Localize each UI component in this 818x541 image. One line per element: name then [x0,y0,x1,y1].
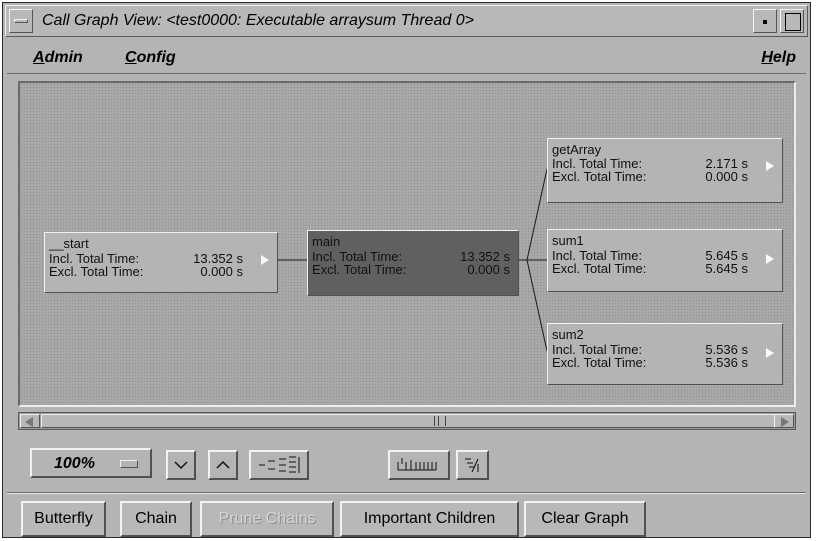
node-main[interactable]: main Incl. Total Time: 13.352 s Excl. To… [307,230,519,296]
window-menu-icon [14,19,28,23]
clear-graph-button[interactable]: Clear Graph [524,501,646,537]
rotate-layout-button[interactable] [249,450,309,480]
maximize-icon [785,13,801,31]
overview-icon [397,458,437,471]
edge-main-sum2 [526,259,548,352]
excl-value: 5.645 s [705,261,748,276]
layout-rotate-icon [259,456,300,473]
title-bar[interactable]: Call Graph View: <test0000: Executable a… [5,5,808,37]
minimize-icon [763,20,767,24]
expand-up-button[interactable] [208,450,238,480]
call-graph-canvas[interactable]: __start Incl. Total Time: 13.352 s Excl.… [18,81,796,407]
excl-value: 0.000 s [200,264,243,279]
horizontal-scrollbar[interactable] [18,412,796,430]
node-sum1[interactable]: sum1 Incl. Total Time: 5.645 s Excl. Tot… [547,229,783,292]
overview-button[interactable] [388,450,450,480]
menu-admin[interactable]: Admin [33,49,83,67]
arrow-left-icon [25,417,33,427]
excl-value: 5.536 s [705,355,748,370]
maximize-button[interactable] [780,9,804,33]
window-title: Call Graph View: <test0000: Executable a… [42,12,474,29]
node-name: main [312,234,341,249]
node-name: getArray [552,142,602,157]
node-getarray[interactable]: getArray Incl. Total Time: 2.171 s Excl.… [547,138,783,203]
menu-config[interactable]: Config [125,49,176,67]
menu-config-label: onfig [136,49,176,66]
menu-bar: Admin Config Help [7,43,806,74]
zoom-menu[interactable]: 100% [30,448,152,478]
node-name: sum2 [552,327,584,342]
menu-help-mnemonic: H [761,49,773,66]
menu-help-label: elp [772,49,796,66]
node-sum2[interactable]: sum2 Incl. Total Time: 5.536 s Excl. Tot… [547,323,783,385]
excl-value: 0.000 s [705,169,748,184]
window-menu-button[interactable] [9,9,33,33]
excl-label: Excl. Total Time: [49,264,144,279]
arrow-right-icon [781,417,789,427]
scroll-right-button[interactable] [774,414,794,428]
call-graph-window: Call Graph View: <test0000: Executable a… [2,2,811,538]
chevron-down-icon [174,461,188,470]
prune-chains-button[interactable]: Prune Chains [200,501,334,537]
option-menu-indicator-icon [120,460,138,468]
excl-label: Excl. Total Time: [552,169,647,184]
menu-config-mnemonic: C [125,49,137,66]
toolbar-divider [7,492,806,494]
scroll-grip-icon [434,416,446,426]
minimize-button[interactable] [753,9,777,33]
butterfly-button[interactable]: Butterfly [21,501,106,537]
collapse-down-button[interactable] [166,450,196,480]
node-name: __start [49,236,89,251]
realign-button[interactable] [456,450,489,480]
expand-arrow-icon[interactable] [261,255,269,265]
node-name: sum1 [552,233,584,248]
scrollbar-thumb[interactable] [41,414,775,428]
chain-button[interactable]: Chain [120,501,192,537]
chevron-up-icon [216,460,230,469]
expand-arrow-icon[interactable] [766,348,774,358]
expand-arrow-icon[interactable] [766,254,774,264]
node-start[interactable]: __start Incl. Total Time: 13.352 s Excl.… [44,232,278,293]
excl-label: Excl. Total Time: [552,355,647,370]
zoom-value: 100% [54,455,95,472]
realign-icon [465,458,479,473]
menu-admin-label: dmin [44,49,83,66]
edge-main-getarray [526,168,548,261]
scroll-left-button[interactable] [20,414,40,428]
excl-label: Excl. Total Time: [552,261,647,276]
menu-help[interactable]: Help [761,49,796,67]
excl-value: 0.000 s [467,262,510,277]
important-children-button[interactable]: Important Children [340,501,519,537]
excl-label: Excl. Total Time: [312,262,407,277]
expand-arrow-icon[interactable] [766,161,774,171]
menu-admin-mnemonic: A [33,49,45,66]
